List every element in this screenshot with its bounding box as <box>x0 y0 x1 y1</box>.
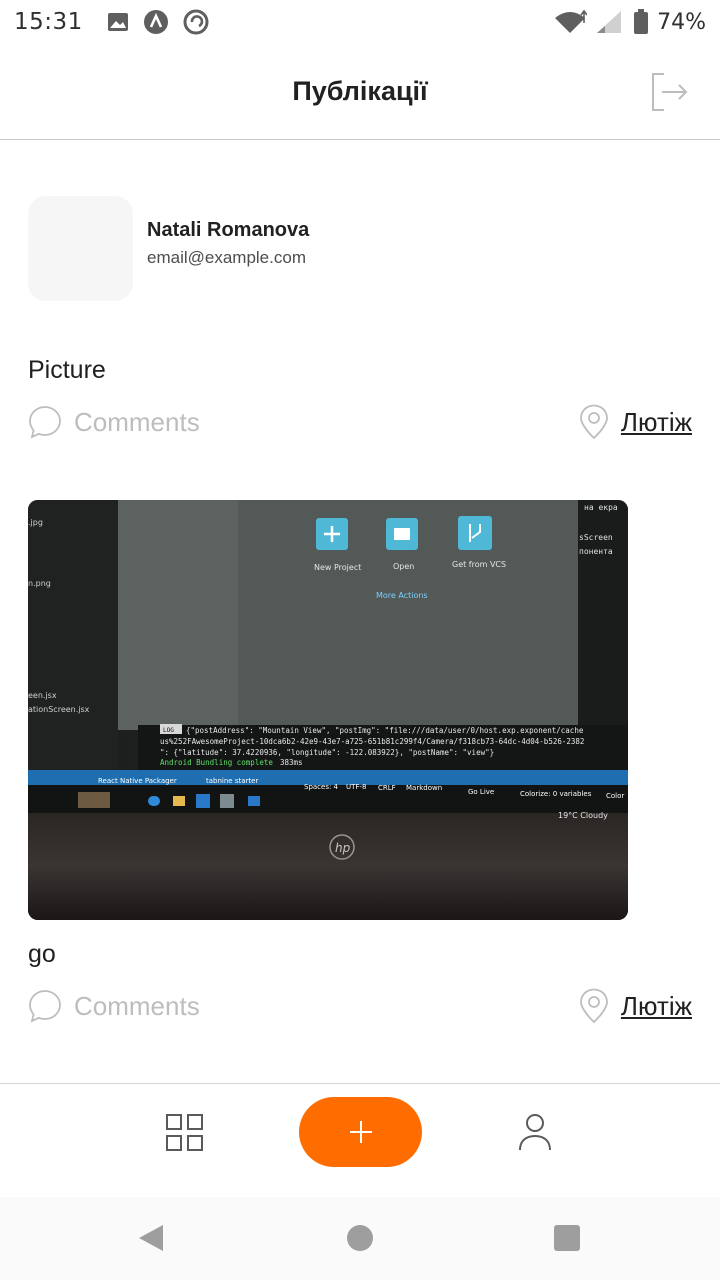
plus-icon <box>349 1121 372 1143</box>
svg-text:n.png: n.png <box>28 579 51 588</box>
profile-info: Natali Romanova email@example.com <box>147 219 309 268</box>
post-meta: Comments Лютіж <box>28 402 692 442</box>
map-pin-icon <box>580 404 608 440</box>
signal-icon <box>597 11 622 33</box>
back-button[interactable] <box>137 1223 165 1258</box>
app-header: Публікації <box>0 44 720 140</box>
avatar <box>28 196 133 301</box>
photo-action-label: Get from VCS <box>452 560 506 569</box>
svg-text:UTF-8: UTF-8 <box>346 783 366 791</box>
status-system-icons: 74% <box>553 9 706 35</box>
post-title: go <box>28 940 56 968</box>
svg-text:CRLF: CRLF <box>378 784 396 792</box>
svg-text:понента: понента <box>579 547 613 556</box>
svg-text:hp: hp <box>335 841 351 855</box>
svg-text:een.jsx: een.jsx <box>28 691 57 700</box>
photo-action-label: New Project <box>314 563 361 572</box>
logout-button[interactable] <box>650 70 690 114</box>
svg-text:sScreen: sScreen <box>579 533 613 542</box>
user-icon <box>519 1114 551 1151</box>
svg-text:Android Bundling complete: Android Bundling complete <box>160 758 273 767</box>
status-bar: 15:31 74% <box>0 0 720 44</box>
svg-text:Colorize: 0 variables: Colorize: 0 variables <box>520 790 592 798</box>
app-icon <box>143 10 168 34</box>
post-photo[interactable]: hp New Project Open Get from VCS More Ac… <box>28 500 628 920</box>
wifi-icon <box>555 9 588 33</box>
svg-text:.jpg: .jpg <box>28 518 43 527</box>
location-link[interactable]: Лютіж <box>579 404 692 440</box>
svg-text:19°C Cloudy: 19°C Cloudy <box>558 811 608 820</box>
logout-icon <box>652 73 688 111</box>
svg-text:Markdown: Markdown <box>406 784 442 792</box>
comment-icon <box>29 406 61 439</box>
bottom-tab-bar <box>0 1083 720 1197</box>
svg-text:Color: Color <box>606 792 624 800</box>
recents-button[interactable] <box>554 1225 580 1251</box>
battery-icon <box>634 9 649 34</box>
photo-content: hp New Project Open Get from VCS More Ac… <box>28 500 628 920</box>
grid-icon <box>166 1114 203 1151</box>
comments-label: Comments <box>74 406 200 437</box>
user-profile: Natali Romanova email@example.com <box>28 196 309 301</box>
location-link[interactable]: Лютіж <box>579 988 692 1024</box>
svg-text:us%252FAwesomeProject-10dca6b2: us%252FAwesomeProject-10dca6b2-42e9-43e7… <box>160 737 584 746</box>
back-icon <box>139 1225 163 1251</box>
home-button[interactable] <box>347 1225 373 1251</box>
system-navigation-bar <box>0 1197 720 1280</box>
posts-tab-button[interactable] <box>166 1114 204 1152</box>
svg-text:ationScreen.jsx: ationScreen.jsx <box>28 705 90 714</box>
map-pin-icon <box>580 988 608 1024</box>
location-label: Лютіж <box>620 406 692 437</box>
comment-icon <box>29 990 61 1023</box>
svg-text:": {"latitude": 37.4220936, "l: ": {"latitude": 37.4220936, "longitude":… <box>160 748 494 757</box>
profile-tab-button[interactable] <box>515 1112 555 1152</box>
svg-text:LOG: LOG <box>163 727 174 734</box>
svg-text:Go Live: Go Live <box>468 788 494 796</box>
comments-label: Comments <box>74 990 200 1021</box>
post-meta: Comments Лютіж <box>28 986 692 1026</box>
sync-icon <box>183 9 209 35</box>
create-post-button[interactable] <box>299 1097 422 1167</box>
post-title: Picture <box>28 356 106 384</box>
svg-text:{"postAddress": "Mountain View: {"postAddress": "Mountain View", "postIm… <box>186 726 584 735</box>
battery-percentage: 74% <box>657 9 706 35</box>
status-time: 15:31 <box>14 9 83 35</box>
svg-text:на екра: на екра <box>584 503 618 512</box>
photo-action-label: Open <box>393 562 414 571</box>
image-icon <box>107 13 128 31</box>
svg-text:383ms: 383ms <box>280 758 303 767</box>
comments-button[interactable]: Comments <box>28 989 200 1023</box>
location-label: Лютіж <box>620 990 692 1021</box>
svg-text:Spaces: 4: Spaces: 4 <box>304 783 339 791</box>
svg-text:React Native Packager: React Native Packager <box>98 777 177 785</box>
profile-name: Natali Romanova <box>147 219 310 241</box>
photo-more-actions: More Actions <box>376 591 428 600</box>
profile-email: email@example.com <box>147 248 306 267</box>
svg-text:tabnine starter: tabnine starter <box>206 777 258 785</box>
status-notification-icons <box>107 9 209 35</box>
page-title: Публікації <box>292 76 428 106</box>
comments-button[interactable]: Comments <box>28 405 200 439</box>
